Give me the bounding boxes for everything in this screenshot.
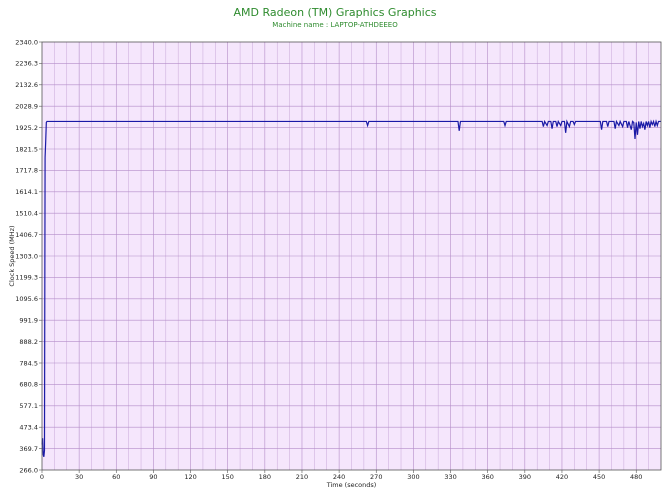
x-tick-label: 180	[259, 473, 271, 481]
y-tick-label: 2132.6	[15, 81, 38, 89]
y-tick-label: 2236.3	[15, 60, 38, 68]
y-tick-label: 1614.1	[15, 188, 38, 196]
y-tick-label: 266.0	[19, 466, 38, 474]
x-tick-label: 360	[481, 473, 493, 481]
x-tick-label: 210	[296, 473, 308, 481]
x-tick-label: 0	[40, 473, 44, 481]
x-tick-label: 30	[75, 473, 83, 481]
x-tick-label: 60	[112, 473, 120, 481]
y-tick-label: 888.2	[19, 338, 38, 346]
x-tick-label: 450	[593, 473, 605, 481]
x-tick-label: 150	[221, 473, 233, 481]
y-tick-label: 473.4	[19, 424, 38, 432]
y-tick-label: 1095.6	[15, 295, 38, 303]
y-tick-label: 1821.5	[15, 145, 38, 153]
x-tick-label: 90	[149, 473, 157, 481]
x-tick-label: 330	[444, 473, 456, 481]
grid-layer	[42, 42, 661, 470]
y-tick-label: 577.1	[19, 402, 38, 410]
x-tick-label: 480	[630, 473, 642, 481]
y-tick-label: 1510.4	[15, 210, 38, 218]
x-axis-label: Time (seconds)	[326, 481, 377, 489]
y-tick-label: 991.9	[19, 317, 38, 325]
x-tick-label: 420	[556, 473, 568, 481]
x-tick-label: 120	[184, 473, 196, 481]
y-tick-label: 1925.2	[15, 124, 38, 132]
y-axis-label: Clock Speed (MHz)	[8, 225, 16, 286]
y-tick-label: 1406.7	[15, 231, 38, 239]
y-tick-label: 680.8	[19, 381, 38, 389]
x-tick-label: 390	[519, 473, 531, 481]
x-tick-label: 270	[370, 473, 382, 481]
y-tick-label: 2028.9	[15, 103, 38, 111]
y-tick-label: 1303.0	[15, 252, 38, 260]
y-tick-label: 369.7	[19, 445, 38, 453]
clock-speed-chart: 0 30 60 90 120 150 180 210 240 270 300 330 360 390 420…	[8, 38, 662, 489]
y-tick-label: 2340.0	[15, 38, 38, 46]
y-tick-label: 1717.8	[15, 167, 38, 175]
x-tick-label: 240	[333, 473, 345, 481]
y-tick-label: 784.5	[19, 359, 38, 367]
y-tick-label: 1199.3	[15, 274, 38, 282]
x-tick-label: 300	[407, 473, 419, 481]
